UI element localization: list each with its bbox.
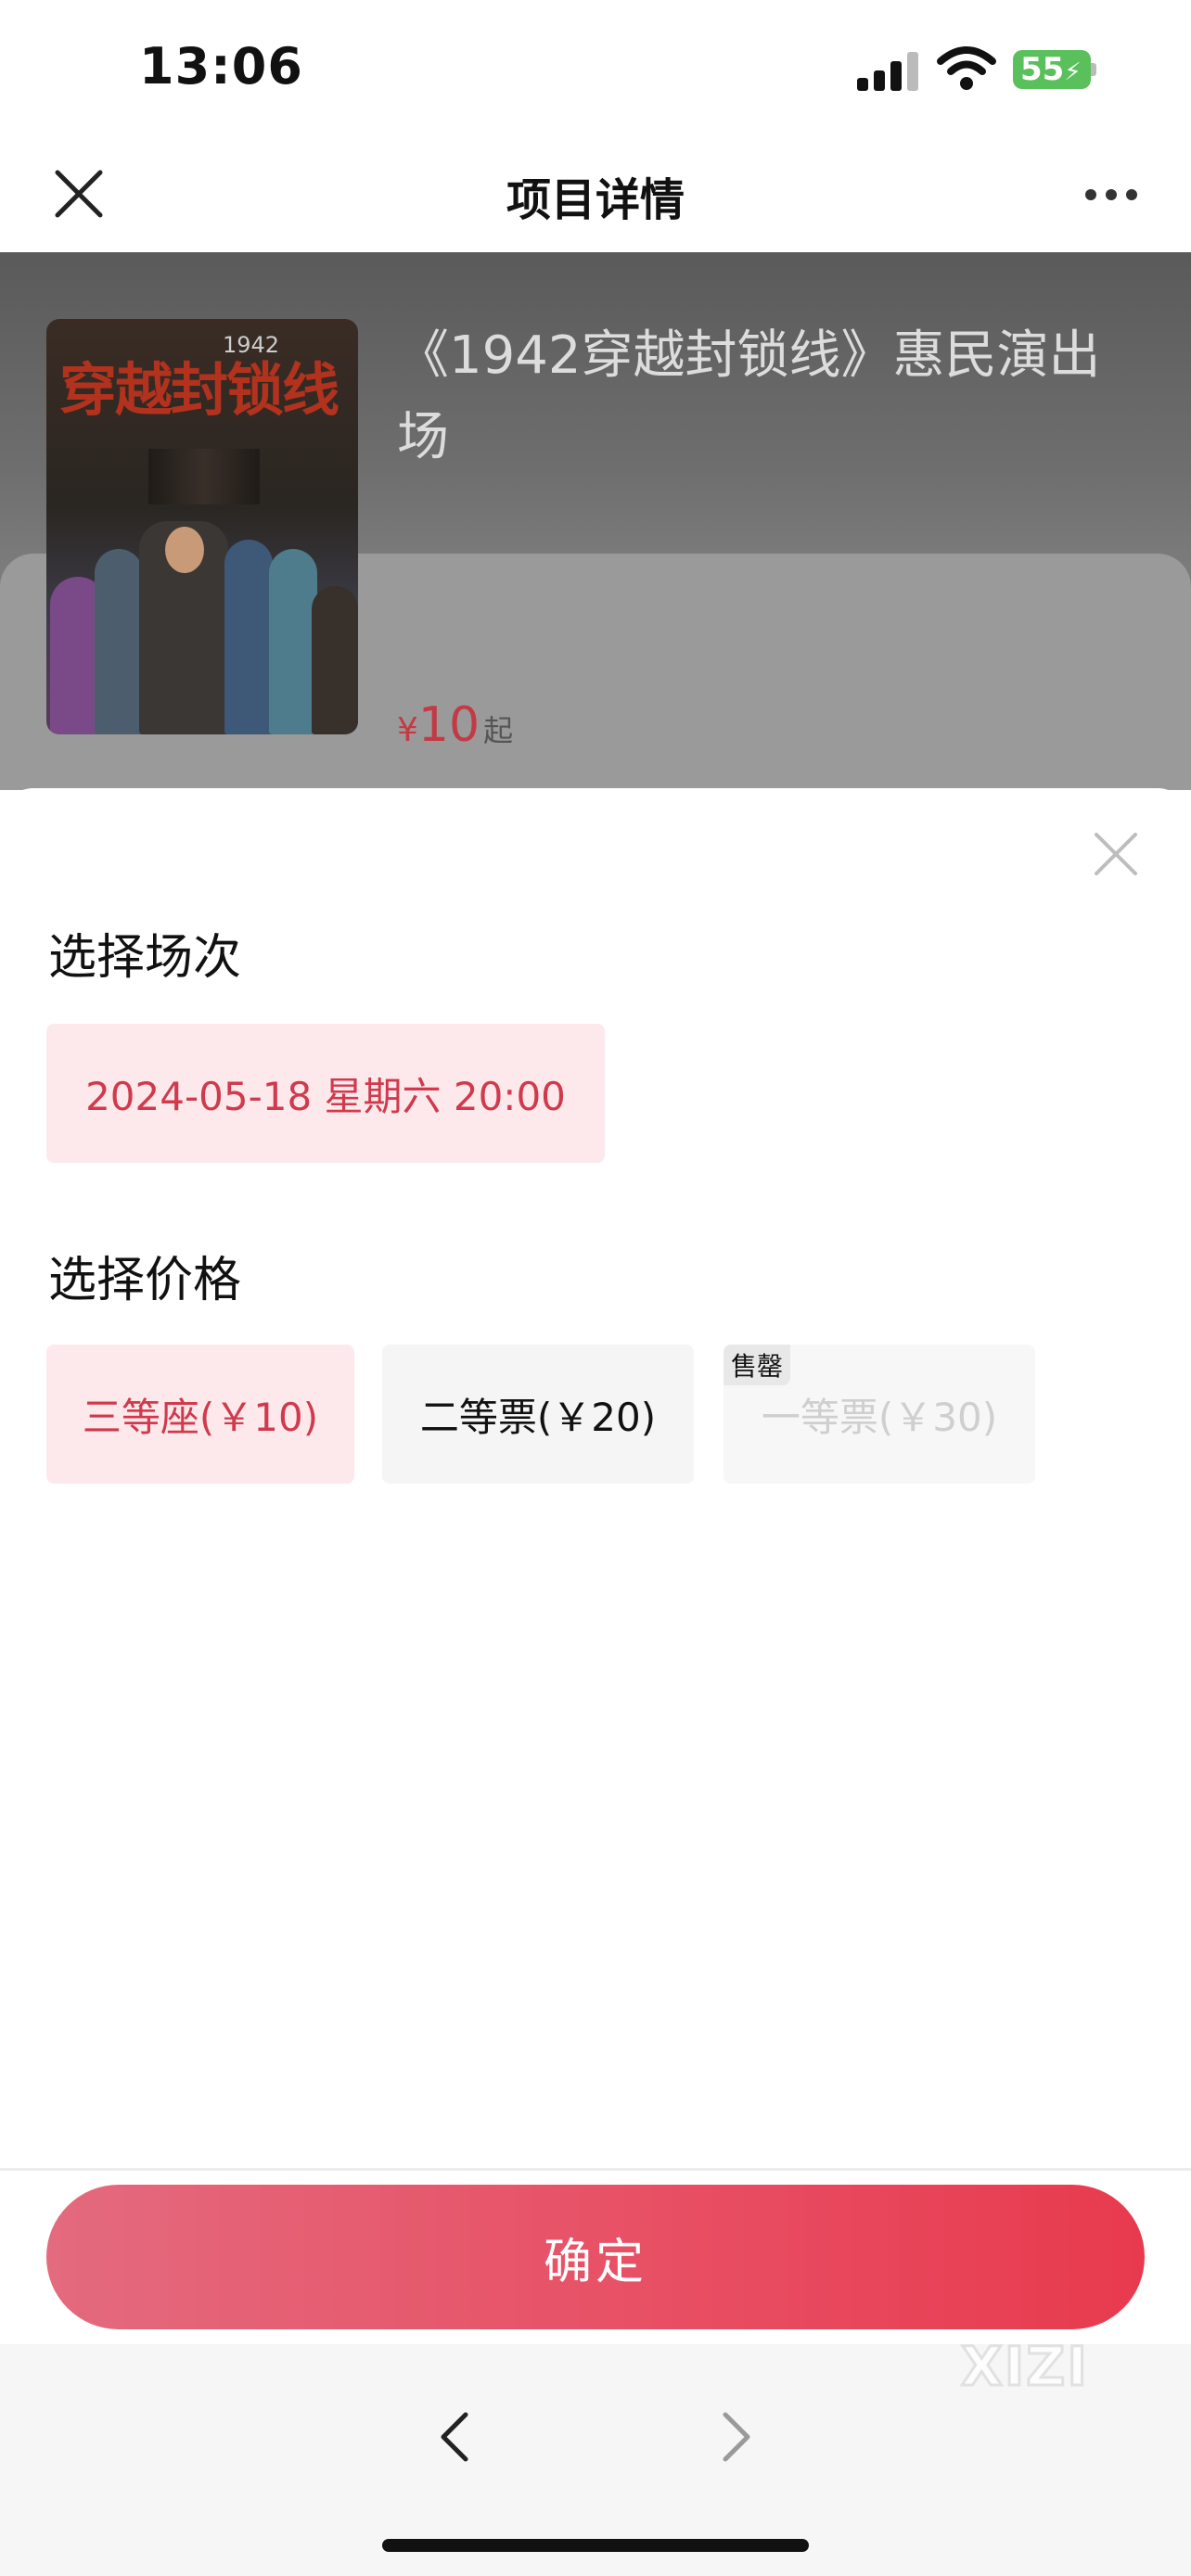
price-option-label: 二等票(￥20): [419, 1394, 657, 1440]
price-option-first: 售罄 一等票(￥30): [724, 1345, 1035, 1484]
price-value: 10: [417, 697, 480, 753]
show-header: 1942 穿越封锁线 《1942穿越封锁线》惠民演出场 ¥10 起: [0, 252, 1191, 790]
show-title: 《1942穿越封锁线》惠民演出场: [397, 325, 1101, 467]
show-poster: 1942 穿越封锁线: [46, 319, 358, 734]
wifi-icon: [937, 46, 996, 90]
ticket-selection-sheet: 选择场次 2024-05-18 星期六 20:00 选择价格 三等座(￥10) …: [0, 788, 1191, 2344]
status-bar: 13:06 55⚡: [0, 0, 1191, 139]
price-heading: 选择价格: [48, 1253, 242, 1308]
poster-title: 穿越封锁线: [59, 356, 339, 424]
nav-bar: 项目详情: [0, 139, 1191, 252]
back-arrow-icon[interactable]: [432, 2409, 477, 2465]
session-heading: 选择场次: [48, 930, 242, 986]
price-symbol: ¥: [397, 711, 418, 749]
more-icon[interactable]: [1083, 180, 1139, 208]
home-indicator[interactable]: [382, 2539, 809, 2552]
session-option[interactable]: 2024-05-18 星期六 20:00: [46, 1024, 605, 1163]
price-option-third[interactable]: 三等座(￥10): [46, 1345, 354, 1484]
sheet-close-icon[interactable]: [1091, 829, 1141, 879]
price-option-label: 一等票(￥30): [761, 1394, 998, 1440]
watermark: XIZI: [960, 2334, 1089, 2400]
page: 13:06 55⚡ 项目详情 1942 穿越封锁线 《1942穿越封锁线》惠民演…: [0, 0, 1191, 2576]
confirm-button[interactable]: 确定: [46, 2185, 1145, 2329]
signal-icon: [857, 50, 920, 91]
battery-icon: 55⚡: [1013, 50, 1096, 89]
price-option-label: 三等座(￥10): [82, 1394, 319, 1440]
sold-out-badge: 售罄: [724, 1345, 791, 1385]
divider: [0, 2168, 1191, 2171]
forward-arrow-icon[interactable]: [714, 2409, 759, 2465]
price-suffix: 起: [483, 713, 514, 748]
price-option-second[interactable]: 二等票(￥20): [382, 1345, 694, 1484]
page-title: 项目详情: [506, 174, 685, 226]
confirm-label: 确定: [543, 2234, 647, 2290]
starting-price: ¥10 起: [397, 697, 513, 753]
status-time: 13:06: [139, 37, 303, 96]
battery-level: 55: [1020, 51, 1065, 88]
session-option-label: 2024-05-18 星期六 20:00: [85, 1073, 566, 1119]
